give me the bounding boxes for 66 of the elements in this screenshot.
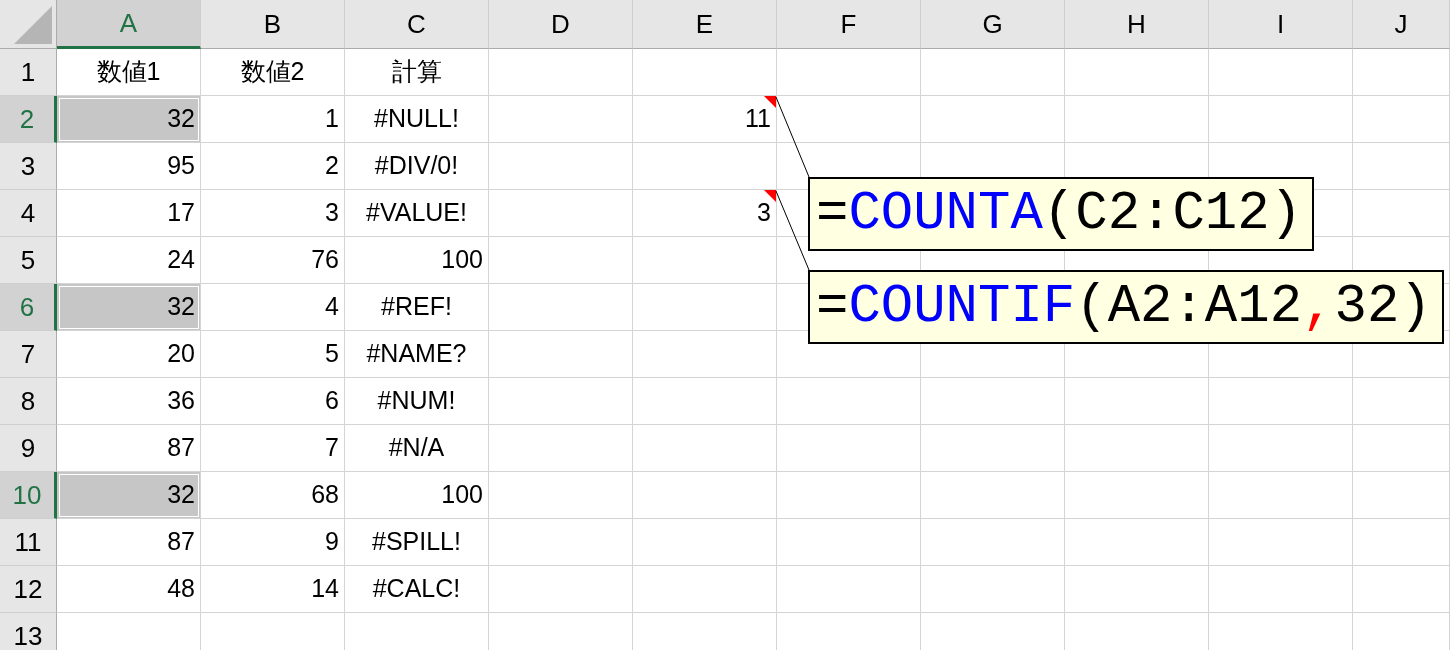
column-header[interactable]: J <box>1353 0 1450 49</box>
table-cell-text: 3 <box>325 197 339 229</box>
table-cell-text: 9 <box>325 526 339 558</box>
select-all-button[interactable] <box>0 0 57 49</box>
column-header[interactable]: A <box>57 0 201 49</box>
table-cell-text: 68 <box>311 479 339 511</box>
row-header[interactable]: 2 <box>0 96 57 143</box>
row-header[interactable]: 7 <box>0 331 57 378</box>
column-header[interactable]: D <box>489 0 633 49</box>
table-cell-text: #VALUE! <box>366 197 467 229</box>
selected-cell[interactable]: 32 <box>57 284 201 331</box>
table-cell-text: 36 <box>167 385 195 417</box>
table-cell-text: 計算 <box>391 56 442 88</box>
table-cell-text: 24 <box>167 244 195 276</box>
table-cell-text: 4 <box>325 291 339 323</box>
column-header[interactable]: E <box>633 0 777 49</box>
column-header[interactable]: F <box>777 0 921 49</box>
comment-indicator-icon <box>764 96 776 108</box>
table-cell-text: #NULL! <box>374 103 459 135</box>
row-header[interactable]: 8 <box>0 378 57 425</box>
table-cell-text: 48 <box>167 573 195 605</box>
table-cell-text: 3 <box>757 197 771 229</box>
comment-box: =COUNTIF(A2:A12,32) <box>808 270 1444 344</box>
row-header[interactable]: 10 <box>0 472 57 519</box>
table-cell-text: 1 <box>325 103 339 135</box>
table-cell-text: 2 <box>325 150 339 182</box>
row-header[interactable]: 13 <box>0 613 57 650</box>
comment-indicator-icon <box>764 190 776 202</box>
table-cell-text: 6 <box>325 385 339 417</box>
row-header[interactable]: 5 <box>0 237 57 284</box>
row-header[interactable]: 11 <box>0 519 57 566</box>
table-cell-text: 100 <box>441 244 483 276</box>
selected-cell[interactable]: 32 <box>57 472 201 519</box>
table-cell-text: #SPILL! <box>372 526 461 558</box>
table-cell-text: #N/A <box>388 432 445 464</box>
column-header[interactable]: B <box>201 0 345 49</box>
comment-box: =COUNTA(C2:C12) <box>808 177 1315 251</box>
row-header[interactable]: 9 <box>0 425 57 472</box>
table-cell-text: 11 <box>745 103 771 135</box>
table-cell-text: 76 <box>311 244 339 276</box>
table-cell-text: 7 <box>325 432 339 464</box>
table-cell-text: 14 <box>311 573 339 605</box>
column-header[interactable]: C <box>345 0 489 49</box>
table-cell-text: 100 <box>441 479 483 511</box>
table-cell-text: #CALC! <box>372 573 461 605</box>
table-cell-text: 5 <box>325 338 339 370</box>
table-cell-text: 17 <box>167 197 195 229</box>
table-cell-text: 20 <box>167 338 195 370</box>
table-cell-text: #NAME? <box>366 338 467 370</box>
table-cell-text: 87 <box>167 432 195 464</box>
table-cell-text: #DIV/0! <box>374 150 459 182</box>
table-cell-text: 数値2 <box>240 56 305 88</box>
row-header[interactable]: 4 <box>0 190 57 237</box>
table-cell-text: #NUM! <box>377 385 456 417</box>
table-cell-text: 数値1 <box>96 56 161 88</box>
row-header[interactable]: 6 <box>0 284 57 331</box>
row-header[interactable]: 3 <box>0 143 57 190</box>
column-header[interactable]: H <box>1065 0 1209 49</box>
row-header[interactable]: 12 <box>0 566 57 613</box>
table-cell-text: 95 <box>167 150 195 182</box>
selected-cell[interactable]: 32 <box>57 96 201 143</box>
row-header[interactable]: 1 <box>0 49 57 96</box>
table-cell-text: 87 <box>167 526 195 558</box>
column-header[interactable]: I <box>1209 0 1353 49</box>
column-header[interactable]: G <box>921 0 1065 49</box>
table-cell-text: #REF! <box>381 291 452 323</box>
